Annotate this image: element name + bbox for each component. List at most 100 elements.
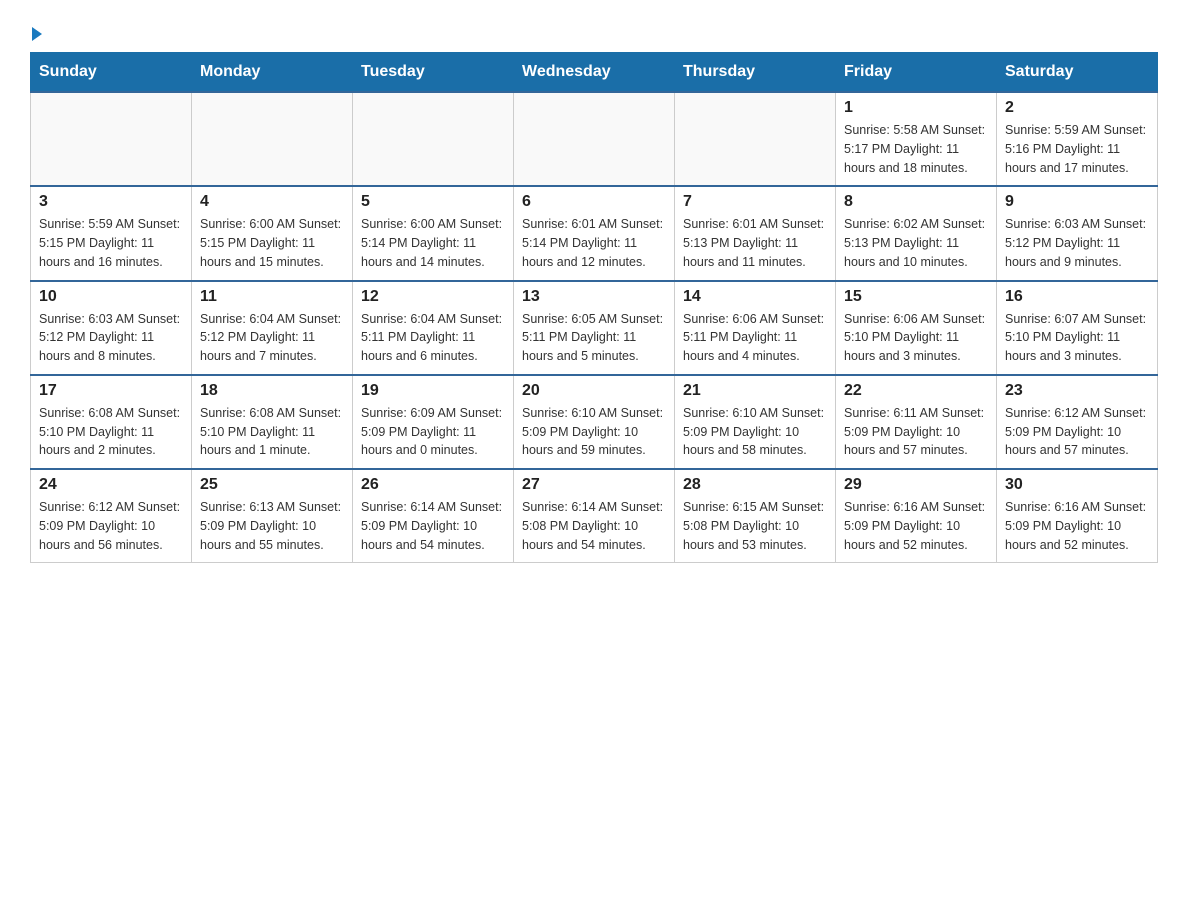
calendar-cell: 14 Sunrise: 6:06 AM Sunset: 5:11 PM Dayli…: [675, 281, 836, 375]
calendar-cell: 24Sunrise: 6:12 AM Sunset: 5:09 PM Dayli…: [31, 469, 192, 563]
day-info: Sunrise: 6:06 AM Sunset: 5:10 PM Dayligh…: [844, 310, 988, 366]
day-number: 19: [361, 382, 505, 400]
day-info: Sunrise: 5:59 AM Sunset: 5:15 PM Dayligh…: [39, 215, 183, 271]
day-number: 26: [361, 476, 505, 494]
day-number: 14: [683, 288, 827, 306]
day-number: 3: [39, 193, 183, 211]
calendar-cell: 15 Sunrise: 6:06 AM Sunset: 5:10 PM Dayli…: [836, 281, 997, 375]
calendar-cell: 8 Sunrise: 6:02 AM Sunset: 5:13 PM Daylig…: [836, 186, 997, 280]
day-number: 5: [361, 193, 505, 211]
day-info: Sunrise: 6:01 AM Sunset: 5:13 PM Dayligh…: [683, 215, 827, 271]
logo-blue-text: [30, 28, 42, 42]
day-number: 18: [200, 382, 344, 400]
calendar-week-5: 24Sunrise: 6:12 AM Sunset: 5:09 PM Dayli…: [31, 469, 1158, 563]
day-info: Sunrise: 6:12 AM Sunset: 5:09 PM Dayligh…: [1005, 404, 1149, 460]
day-number: 1: [844, 99, 988, 117]
calendar-cell: 20 Sunrise: 6:10 AM Sunset: 5:09 PM Dayli…: [514, 375, 675, 469]
calendar-cell: 11 Sunrise: 6:04 AM Sunset: 5:12 PM Dayli…: [192, 281, 353, 375]
header-saturday: Saturday: [997, 53, 1158, 93]
calendar-cell: 26 Sunrise: 6:14 AM Sunset: 5:09 PM Dayli…: [353, 469, 514, 563]
day-number: 21: [683, 382, 827, 400]
day-number: 27: [522, 476, 666, 494]
header-monday: Monday: [192, 53, 353, 93]
day-info: Sunrise: 6:05 AM Sunset: 5:11 PM Dayligh…: [522, 310, 666, 366]
calendar-cell: 19 Sunrise: 6:09 AM Sunset: 5:09 PM Dayli…: [353, 375, 514, 469]
day-info: Sunrise: 5:58 AM Sunset: 5:17 PM Dayligh…: [844, 121, 988, 177]
day-info: Sunrise: 6:06 AM Sunset: 5:11 PM Dayligh…: [683, 310, 827, 366]
day-info: Sunrise: 6:03 AM Sunset: 5:12 PM Dayligh…: [39, 310, 183, 366]
header-tuesday: Tuesday: [353, 53, 514, 93]
day-info: Sunrise: 6:13 AM Sunset: 5:09 PM Dayligh…: [200, 498, 344, 554]
calendar-cell: 16 Sunrise: 6:07 AM Sunset: 5:10 PM Dayli…: [997, 281, 1158, 375]
day-number: 23: [1005, 382, 1149, 400]
day-number: 11: [200, 288, 344, 306]
calendar-cell: 27 Sunrise: 6:14 AM Sunset: 5:08 PM Dayli…: [514, 469, 675, 563]
day-info: Sunrise: 6:00 AM Sunset: 5:15 PM Dayligh…: [200, 215, 344, 271]
day-info: Sunrise: 6:11 AM Sunset: 5:09 PM Dayligh…: [844, 404, 988, 460]
day-info: Sunrise: 6:15 AM Sunset: 5:08 PM Dayligh…: [683, 498, 827, 554]
day-number: 28: [683, 476, 827, 494]
header-sunday: Sunday: [31, 53, 192, 93]
calendar-cell: 18Sunrise: 6:08 AM Sunset: 5:10 PM Dayli…: [192, 375, 353, 469]
day-number: 12: [361, 288, 505, 306]
calendar-cell: 9Sunrise: 6:03 AM Sunset: 5:12 PM Daylig…: [997, 186, 1158, 280]
day-number: 7: [683, 193, 827, 211]
calendar-cell: 12Sunrise: 6:04 AM Sunset: 5:11 PM Dayli…: [353, 281, 514, 375]
calendar-week-1: 1 Sunrise: 5:58 AM Sunset: 5:17 PM Daylig…: [31, 92, 1158, 186]
day-number: 6: [522, 193, 666, 211]
header-thursday: Thursday: [675, 53, 836, 93]
calendar-cell: 1 Sunrise: 5:58 AM Sunset: 5:17 PM Daylig…: [836, 92, 997, 186]
day-number: 16: [1005, 288, 1149, 306]
calendar-table: Sunday Monday Tuesday Wednesday Thursday…: [30, 52, 1158, 563]
calendar-cell: 17 Sunrise: 6:08 AM Sunset: 5:10 PM Dayli…: [31, 375, 192, 469]
day-number: 9: [1005, 193, 1149, 211]
calendar-cell: [514, 92, 675, 186]
day-info: Sunrise: 6:16 AM Sunset: 5:09 PM Dayligh…: [1005, 498, 1149, 554]
calendar-cell: 22 Sunrise: 6:11 AM Sunset: 5:09 PM Dayli…: [836, 375, 997, 469]
calendar-cell: [192, 92, 353, 186]
calendar-cell: 21 Sunrise: 6:10 AM Sunset: 5:09 PM Dayli…: [675, 375, 836, 469]
calendar-cell: 28 Sunrise: 6:15 AM Sunset: 5:08 PM Dayli…: [675, 469, 836, 563]
day-info: Sunrise: 6:00 AM Sunset: 5:14 PM Dayligh…: [361, 215, 505, 271]
day-info: Sunrise: 6:10 AM Sunset: 5:09 PM Dayligh…: [522, 404, 666, 460]
calendar-cell: 5 Sunrise: 6:00 AM Sunset: 5:14 PM Daylig…: [353, 186, 514, 280]
logo-triangle-icon: [32, 27, 42, 41]
day-number: 8: [844, 193, 988, 211]
day-number: 29: [844, 476, 988, 494]
day-number: 20: [522, 382, 666, 400]
day-info: Sunrise: 6:08 AM Sunset: 5:10 PM Dayligh…: [39, 404, 183, 460]
header-wednesday: Wednesday: [514, 53, 675, 93]
calendar-cell: 29Sunrise: 6:16 AM Sunset: 5:09 PM Dayli…: [836, 469, 997, 563]
day-info: Sunrise: 6:10 AM Sunset: 5:09 PM Dayligh…: [683, 404, 827, 460]
calendar-week-3: 10 Sunrise: 6:03 AM Sunset: 5:12 PM Dayli…: [31, 281, 1158, 375]
day-number: 15: [844, 288, 988, 306]
calendar-cell: [675, 92, 836, 186]
page-header: [30, 20, 1158, 42]
calendar-cell: 4Sunrise: 6:00 AM Sunset: 5:15 PM Daylig…: [192, 186, 353, 280]
day-number: 10: [39, 288, 183, 306]
day-info: Sunrise: 6:04 AM Sunset: 5:12 PM Dayligh…: [200, 310, 344, 366]
day-number: 2: [1005, 99, 1149, 117]
day-info: Sunrise: 6:01 AM Sunset: 5:14 PM Dayligh…: [522, 215, 666, 271]
calendar-cell: 7 Sunrise: 6:01 AM Sunset: 5:13 PM Daylig…: [675, 186, 836, 280]
calendar-week-4: 17 Sunrise: 6:08 AM Sunset: 5:10 PM Dayli…: [31, 375, 1158, 469]
day-info: Sunrise: 6:07 AM Sunset: 5:10 PM Dayligh…: [1005, 310, 1149, 366]
day-info: Sunrise: 6:09 AM Sunset: 5:09 PM Dayligh…: [361, 404, 505, 460]
calendar-cell: 13 Sunrise: 6:05 AM Sunset: 5:11 PM Dayli…: [514, 281, 675, 375]
calendar-cell: 3 Sunrise: 5:59 AM Sunset: 5:15 PM Daylig…: [31, 186, 192, 280]
day-number: 22: [844, 382, 988, 400]
day-info: Sunrise: 6:14 AM Sunset: 5:08 PM Dayligh…: [522, 498, 666, 554]
day-number: 30: [1005, 476, 1149, 494]
day-number: 17: [39, 382, 183, 400]
calendar-cell: [353, 92, 514, 186]
day-info: Sunrise: 6:02 AM Sunset: 5:13 PM Dayligh…: [844, 215, 988, 271]
day-info: Sunrise: 6:14 AM Sunset: 5:09 PM Dayligh…: [361, 498, 505, 554]
day-number: 13: [522, 288, 666, 306]
calendar-cell: 25 Sunrise: 6:13 AM Sunset: 5:09 PM Dayli…: [192, 469, 353, 563]
logo: [30, 28, 42, 42]
calendar-body: 1 Sunrise: 5:58 AM Sunset: 5:17 PM Daylig…: [31, 92, 1158, 563]
calendar-cell: 6 Sunrise: 6:01 AM Sunset: 5:14 PM Daylig…: [514, 186, 675, 280]
day-number: 25: [200, 476, 344, 494]
calendar-header: Sunday Monday Tuesday Wednesday Thursday…: [31, 53, 1158, 93]
day-number: 24: [39, 476, 183, 494]
